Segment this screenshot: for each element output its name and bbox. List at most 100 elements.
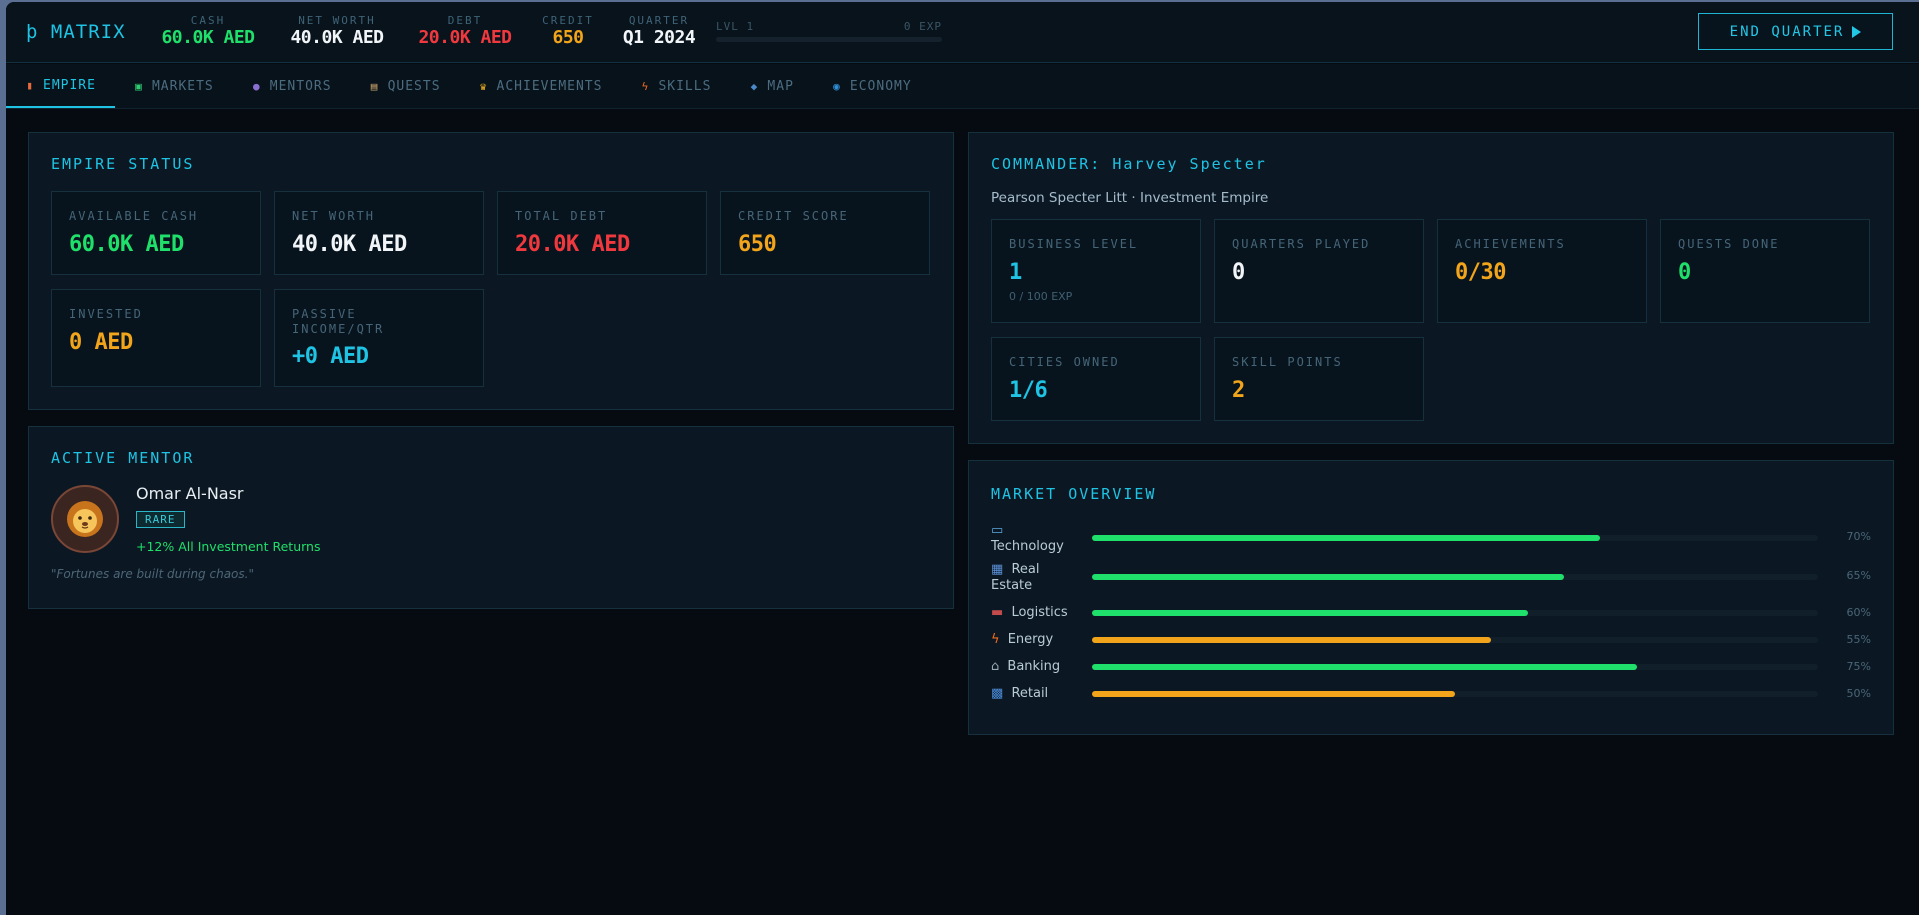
card-value: 60.0K AED (69, 232, 184, 257)
cities-owned-card: CITIES OWNED 1/6 (991, 337, 1201, 421)
card-value: 1 (1009, 260, 1022, 285)
card-label: QUESTS DONE (1678, 237, 1780, 251)
card-value: 0/30 (1455, 260, 1506, 285)
market-bar-fill (1092, 535, 1601, 541)
main-tabs: ▮ EMPIRE ▣ MARKETS ● MENTORS ▤ QUESTS ♛ … (6, 64, 1919, 109)
empire-status-panel: EMPIRE STATUS AVAILABLE CASH 60.0K AED N… (28, 132, 954, 410)
market-name-wrap: ▩ Retail (991, 686, 1067, 702)
market-row[interactable]: ▩ Retail 50% (991, 686, 1871, 704)
credit-score-card: CREDIT SCORE 650 (720, 191, 930, 275)
credit-stat: CREDIT 650 (533, 14, 603, 49)
panel-title: ACTIVE MENTOR (51, 449, 195, 467)
market-bar-track (1092, 610, 1818, 616)
top-bar: þ MATRIX CASH 60.0K AED NET WORTH 40.0K … (6, 2, 1919, 63)
skill-points-card: SKILL POINTS 2 (1214, 337, 1424, 421)
market-overview-panel: MARKET OVERVIEW ▭ Technology 70% ▦ Real … (968, 460, 1894, 735)
market-bar-track (1092, 664, 1818, 670)
card-label: SKILL POINTS (1232, 355, 1343, 369)
card-label: PASSIVE INCOME/QTR (292, 307, 385, 336)
market-row[interactable]: ▬ Logistics 60% (991, 605, 1871, 623)
card-label: TOTAL DEBT (515, 209, 608, 223)
bank-icon: ⌂ (991, 659, 1000, 674)
tab-mentors[interactable]: ● MENTORS (233, 64, 351, 108)
quarters-played-card: QUARTERS PLAYED 0 (1214, 219, 1424, 323)
end-quarter-label: END QUARTER (1729, 23, 1845, 40)
market-percent: 60% (1846, 606, 1871, 619)
mentor-quote: "Fortunes are built during chaos." (51, 567, 254, 581)
lion-icon (67, 501, 103, 537)
tab-label: MAP (767, 78, 794, 94)
exp-label: 0 EXP (903, 20, 942, 33)
card-label: BUSINESS LEVEL (1009, 237, 1139, 251)
tab-economy[interactable]: ◉ ECONOMY (813, 64, 931, 108)
market-bar-track (1092, 691, 1818, 697)
tab-skills[interactable]: ϟ SKILLS (621, 64, 730, 108)
tab-label: ACHIEVEMENTS (496, 78, 603, 94)
market-row[interactable]: ⌂ Banking 75% (991, 659, 1871, 677)
stat-value: 40.0K AED (290, 27, 384, 48)
market-percent: 75% (1846, 660, 1871, 673)
commander-panel: COMMANDER: Harvey Specter Pearson Specte… (968, 132, 1894, 444)
bolt-icon: ϟ (641, 79, 650, 93)
card-value: 20.0K AED (515, 232, 630, 257)
card-value: 650 (738, 232, 777, 257)
stat-label: QUARTER (628, 14, 690, 27)
tab-label: EMPIRE (43, 77, 96, 93)
net-worth-stat: NET WORTH 40.0K AED (281, 14, 393, 49)
total-debt-card: TOTAL DEBT 20.0K AED (497, 191, 707, 275)
card-label: INVESTED (69, 307, 143, 321)
app-window: þ MATRIX CASH 60.0K AED NET WORTH 40.0K … (6, 2, 1919, 915)
market-percent: 70% (1846, 530, 1871, 543)
card-value: +0 AED (292, 344, 369, 369)
card-value: 0 (1678, 260, 1691, 285)
market-row[interactable]: ▭ Technology 70% (991, 523, 1871, 557)
panel-title: EMPIRE STATUS (51, 155, 195, 173)
market-name: Logistics (1011, 605, 1068, 620)
business-level-card: BUSINESS LEVEL 1 0 / 100 EXP (991, 219, 1201, 323)
market-bar-fill (1092, 637, 1492, 643)
card-label: CREDIT SCORE (738, 209, 849, 223)
market-bar-track (1092, 637, 1818, 643)
tab-map[interactable]: ◆ MAP (730, 64, 812, 108)
market-row[interactable]: ϟ Energy 55% (991, 632, 1871, 650)
card-label: ACHIEVEMENTS (1455, 237, 1566, 251)
card-label: NET WORTH (292, 209, 376, 223)
map-icon: ◆ (750, 79, 759, 93)
market-bar-fill (1092, 691, 1455, 697)
market-name-wrap: ▬ Logistics (991, 605, 1081, 621)
panel-title: MARKET OVERVIEW (991, 485, 1157, 503)
clipboard-icon: ▤ (370, 79, 379, 93)
market-name-wrap: ⌂ Banking (991, 659, 1067, 675)
rarity-badge: RARE (136, 511, 185, 528)
end-quarter-button[interactable]: END QUARTER (1698, 13, 1893, 50)
stat-value: 20.0K AED (418, 27, 512, 48)
trophy-icon: ♛ (479, 79, 488, 93)
net-worth-card: NET WORTH 40.0K AED (274, 191, 484, 275)
market-percent: 50% (1846, 687, 1871, 700)
globe-icon: ◉ (833, 79, 841, 93)
market-bar-fill (1092, 664, 1637, 670)
market-name: Retail (1011, 686, 1049, 701)
market-name-wrap: ▭ Technology (991, 523, 1067, 555)
card-label: QUARTERS PLAYED (1232, 237, 1371, 251)
building-icon: ▦ (991, 562, 1004, 577)
tab-label: MARKETS (151, 78, 214, 94)
market-row[interactable]: ▦ Real Estate 65% (991, 562, 1871, 596)
market-percent: 55% (1846, 633, 1871, 646)
tab-quests[interactable]: ▤ QUESTS (351, 64, 460, 108)
tab-achievements[interactable]: ♛ ACHIEVEMENTS (460, 64, 622, 108)
achievements-card: ACHIEVEMENTS 0/30 (1437, 219, 1647, 323)
cash-stat: CASH 60.0K AED (152, 14, 264, 49)
level-progress-track (716, 37, 942, 42)
quests-done-card: QUESTS DONE 0 (1660, 219, 1870, 323)
trend-icon: ▣ (135, 79, 143, 93)
stat-value: 650 (552, 27, 584, 48)
market-name: Technology (991, 539, 1064, 554)
tab-empire[interactable]: ▮ EMPIRE (6, 64, 115, 108)
avatar[interactable] (51, 485, 119, 553)
laptop-icon: ▭ (991, 523, 1004, 538)
card-label: AVAILABLE CASH (69, 209, 199, 223)
tab-label: MENTORS (269, 78, 332, 94)
market-name-wrap: ϟ Energy (991, 632, 1067, 648)
tab-markets[interactable]: ▣ MARKETS (115, 64, 233, 108)
